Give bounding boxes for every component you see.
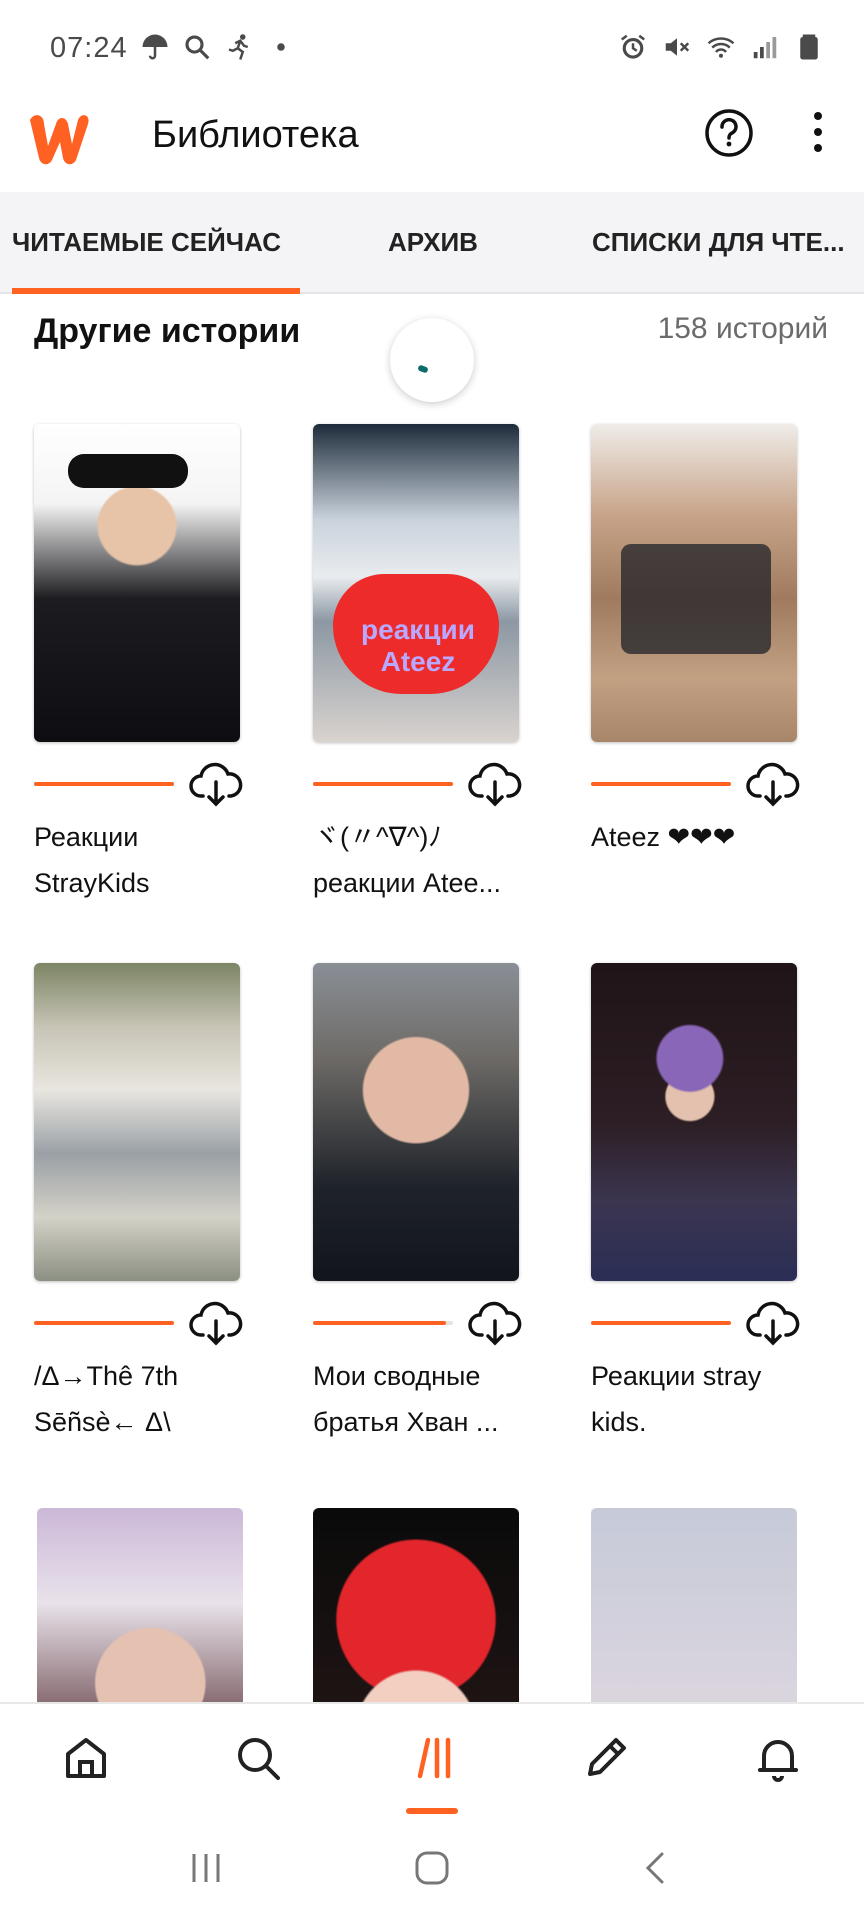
- story-cover[interactable]: реакции Ateez: [313, 424, 519, 742]
- story-title[interactable]: Реакции stray kids.: [591, 1353, 811, 1445]
- reading-progress: [591, 1321, 731, 1325]
- page-title: Библиотека: [152, 114, 359, 156]
- story-cover[interactable]: [313, 1508, 519, 1702]
- download-cloud-icon[interactable]: [189, 1301, 243, 1347]
- mute-icon: [665, 38, 690, 56]
- recent-apps-icon[interactable]: [186, 1848, 226, 1888]
- story-title[interactable]: Ateez ❤❤❤: [591, 814, 811, 860]
- story-cover[interactable]: [591, 963, 797, 1281]
- download-cloud-icon[interactable]: [468, 762, 522, 808]
- tab-archive[interactable]: АРХИВ: [388, 192, 478, 292]
- tab-label: ЧИТАЕМЫЕ СЕЙЧАС: [12, 227, 281, 257]
- battery-icon: [800, 34, 818, 60]
- home-icon[interactable]: [60, 1732, 112, 1784]
- story-cover[interactable]: [313, 963, 519, 1281]
- tab-currently-reading[interactable]: ЧИТАЕМЫЕ СЕЙЧАС: [12, 192, 300, 294]
- dot-icon: [277, 43, 285, 51]
- signal-icon: [753, 37, 777, 59]
- home-button-icon[interactable]: [412, 1848, 452, 1888]
- reading-progress: [313, 782, 453, 786]
- download-cloud-icon[interactable]: [746, 1301, 800, 1347]
- app-bar: Библиотека: [0, 96, 864, 192]
- download-cloud-icon[interactable]: [746, 762, 800, 808]
- story-cover[interactable]: [34, 424, 240, 742]
- story-count: 158 историй: [657, 312, 828, 345]
- story-card[interactable]: [591, 1508, 797, 1702]
- story-cover[interactable]: [37, 1508, 243, 1702]
- tab-label: СПИСКИ ДЛЯ ЧТЕ...: [592, 227, 845, 257]
- story-title[interactable]: ヾ(〃^∇^)ﾉ реакции Atee...: [313, 814, 533, 906]
- library-tabs: ЧИТАЕМЫЕ СЕЙЧАС АРХИВ СПИСКИ ДЛЯ ЧТЕ...: [0, 192, 864, 294]
- alarm-icon: [621, 34, 645, 59]
- status-bar: 07:24: [0, 0, 864, 96]
- story-cover[interactable]: [591, 424, 797, 742]
- story-cover[interactable]: [34, 963, 240, 1281]
- loading-spinner: [390, 318, 474, 402]
- story-card[interactable]: [313, 1508, 519, 1702]
- tab-label: АРХИВ: [388, 227, 478, 257]
- reading-progress: [34, 782, 174, 786]
- story-cover[interactable]: [591, 1508, 797, 1702]
- tab-active-indicator: [12, 288, 300, 294]
- library-icon[interactable]: [406, 1732, 458, 1784]
- bottom-navigation: [0, 1702, 864, 1816]
- help-circle-icon[interactable]: [704, 108, 754, 158]
- section-title: Другие истории: [34, 312, 301, 350]
- reading-progress: [591, 782, 731, 786]
- reading-progress: [34, 1321, 174, 1325]
- wifi-icon: [707, 37, 735, 58]
- download-cloud-icon[interactable]: [189, 762, 243, 808]
- runner-icon: [228, 34, 249, 60]
- reading-progress: [313, 1321, 453, 1325]
- more-vert-icon[interactable]: [808, 110, 828, 154]
- wattpad-logo: [30, 115, 89, 165]
- bell-icon[interactable]: [752, 1732, 804, 1784]
- story-title[interactable]: /Δ→Thê 7th Sēñsè← Δ\: [34, 1353, 254, 1445]
- pencil-icon[interactable]: [580, 1732, 632, 1784]
- status-time: 07:24: [50, 32, 128, 64]
- tab-reading-lists[interactable]: СПИСКИ ДЛЯ ЧТЕ...: [592, 192, 852, 292]
- download-cloud-icon[interactable]: [468, 1301, 522, 1347]
- back-icon[interactable]: [636, 1848, 676, 1888]
- story-card[interactable]: [37, 1508, 243, 1702]
- system-navigation: [0, 1814, 864, 1920]
- search-icon[interactable]: [232, 1732, 284, 1784]
- umbrella-icon: [142, 34, 168, 60]
- story-title[interactable]: Мои сводные братья Хван ...: [313, 1353, 533, 1445]
- story-title[interactable]: Реакции StrayKids: [34, 814, 254, 906]
- search-icon: [185, 35, 210, 60]
